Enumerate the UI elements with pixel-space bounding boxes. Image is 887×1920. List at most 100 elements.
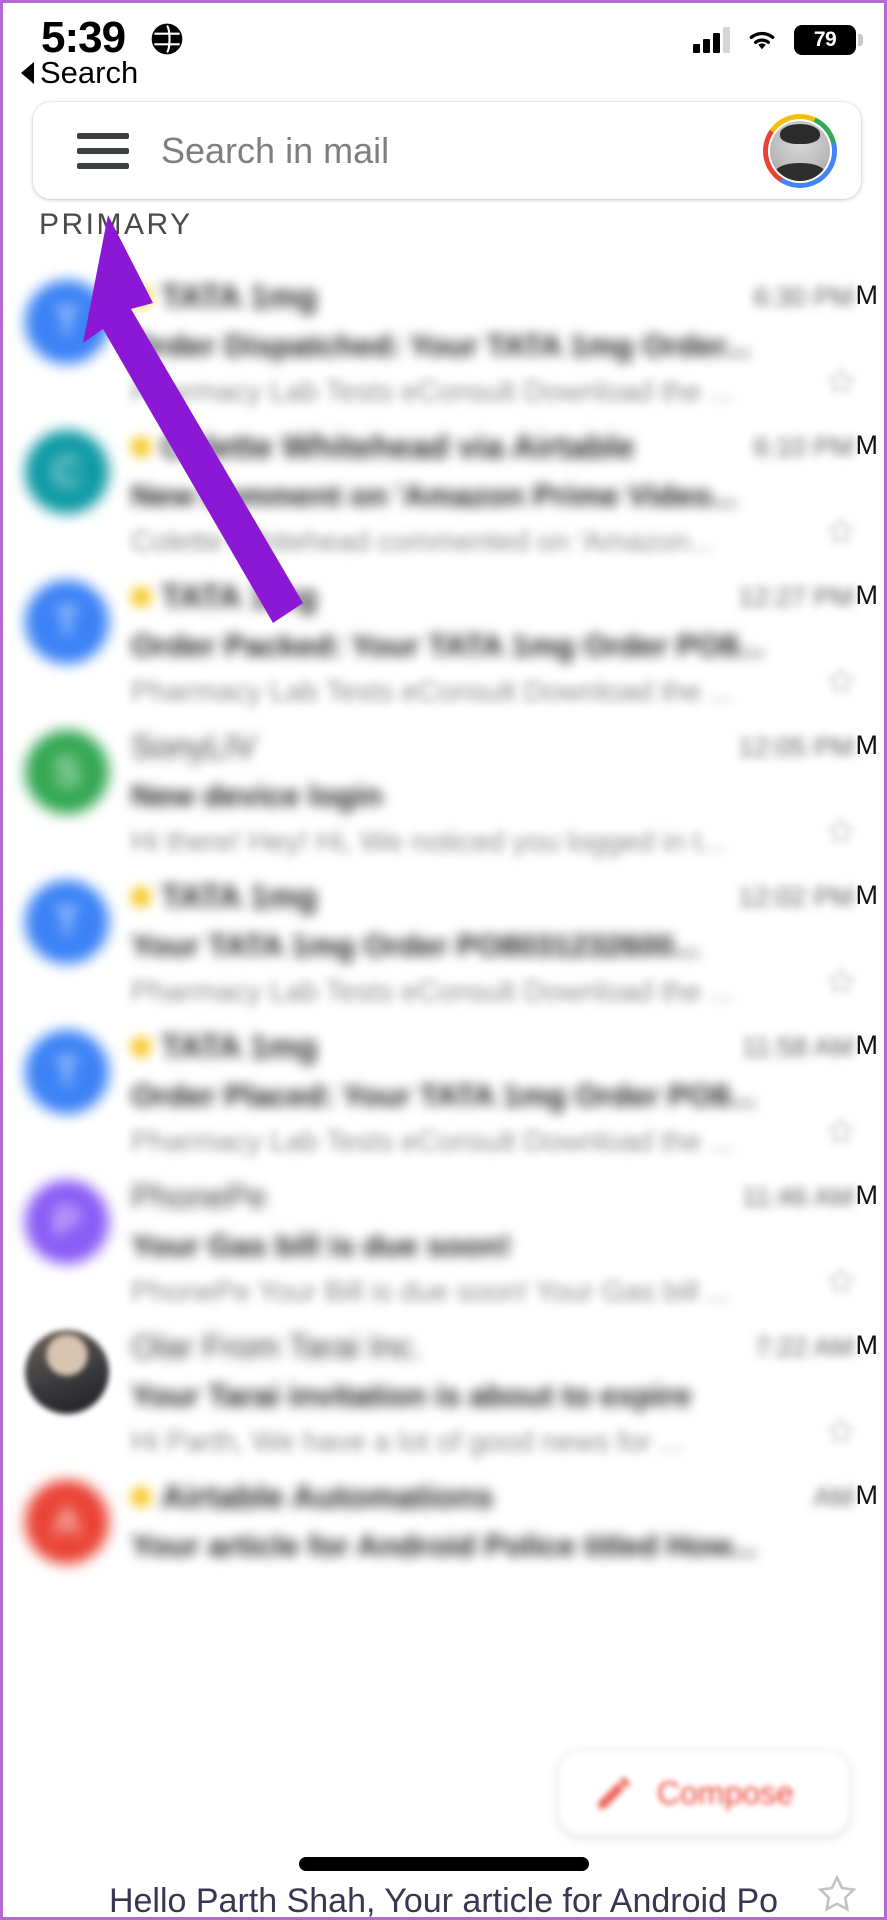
email-subject: Order Placed: Your TATA 1mg Order PO8... <box>131 1078 756 1113</box>
sender-avatar[interactable]: T <box>25 1030 109 1114</box>
email-list[interactable]: T TATA 1mg Order Dispatched: Your TATA 1mg… <box>3 258 884 1608</box>
email-timestamp: 12:27 PM <box>738 582 854 612</box>
star-outline-icon[interactable] <box>826 1116 856 1146</box>
pencil-icon <box>598 1777 630 1809</box>
avatar[interactable] <box>763 113 837 188</box>
email-timestamp: 12:05 PM <box>738 732 854 762</box>
cellular-signal-icon <box>693 27 730 53</box>
timestamp-edge-glyph: M <box>855 1180 879 1210</box>
wifi-icon <box>749 31 775 50</box>
email-timestamp: 6:10 PM <box>753 432 854 462</box>
email-list-item[interactable]: C Colette Whitehead via Airtable New comme… <box>3 408 884 558</box>
email-sender-label: TATA 1mg <box>161 1028 318 1065</box>
avatar-body <box>773 162 827 181</box>
timestamp-edge-glyph: M <box>855 1480 879 1510</box>
important-marker-icon <box>131 1037 151 1057</box>
timestamp-edge-glyph: M <box>855 880 879 910</box>
email-timestamp: 11:58 AM <box>741 1032 854 1062</box>
email-list-item[interactable]: A Airtable Automations Your article for An… <box>3 1458 884 1608</box>
email-sender-label: SonyLIV <box>131 728 256 765</box>
email-sender: TATA 1mg <box>131 276 862 318</box>
star-outline-icon[interactable] <box>826 1266 856 1296</box>
email-sender: Airtable Automations <box>131 1476 862 1518</box>
email-subject: Your Gas bill is due soon! <box>131 1228 512 1263</box>
email-timestamp: 7:22 AM <box>754 1332 854 1362</box>
avatar-hair <box>779 124 821 145</box>
important-marker-icon <box>131 1487 151 1507</box>
email-timestamp: AM <box>813 1482 855 1512</box>
timestamp-edge-glyph: M <box>855 730 879 760</box>
back-to-search-link[interactable]: Search <box>21 55 138 91</box>
email-subject: Your TATA 1mg Order PO8031232600... <box>131 928 700 963</box>
email-row-body: TATA 1mg Order Dispatched: Your TATA 1mg … <box>131 276 862 414</box>
sender-avatar[interactable] <box>25 1330 109 1414</box>
email-sender: Olar From Tarai Inc. <box>131 1326 862 1368</box>
tab-primary[interactable]: PRIMARY <box>39 208 193 242</box>
search-input[interactable]: Search in mail <box>161 130 763 172</box>
avatar-inner <box>768 118 832 183</box>
email-row-body: Airtable Automations Your article for And… <box>131 1476 862 1568</box>
star-outline-icon[interactable] <box>826 516 856 546</box>
sender-avatar[interactable]: S <box>25 730 109 814</box>
email-timestamp: 12:02 PM <box>738 882 854 912</box>
timestamp-edge-glyph: M <box>855 1330 879 1360</box>
globe-icon <box>151 23 183 55</box>
back-label: Search <box>40 55 139 90</box>
timestamp-edge-glyph: M <box>855 280 879 310</box>
email-list-item[interactable]: P PhonePe Your Gas bill is due soon! PhoneP… <box>3 1158 884 1308</box>
sender-avatar[interactable]: A <box>25 1480 109 1564</box>
important-marker-icon <box>131 887 151 907</box>
email-sender: Colette Whitehead via Airtable <box>131 426 862 468</box>
email-list-item[interactable]: T TATA 1mg Order Dispatched: Your TATA 1mg… <box>3 258 884 408</box>
home-indicator <box>298 1857 589 1871</box>
email-subject: Your article for Android Police titled H… <box>131 1528 757 1563</box>
battery-indicator: 79 <box>794 25 863 55</box>
email-sender-label: TATA 1mg <box>161 278 318 315</box>
timestamp-edge-glyph: M <box>855 1030 879 1060</box>
timestamp-edge-glyph: M <box>855 580 879 610</box>
email-subject: New comment on 'Amazon Prime Video... <box>131 478 738 513</box>
star-outline-icon[interactable] <box>826 366 856 396</box>
star-outline-icon[interactable] <box>816 1873 858 1915</box>
battery-level-label: 79 <box>813 28 837 51</box>
avatar-photo <box>770 120 830 181</box>
star-outline-icon[interactable] <box>826 816 856 846</box>
email-list-item[interactable]: S SonyLIV New device login Hi there! Hey! H… <box>3 708 884 858</box>
status-bar-indicators: 79 <box>693 25 863 55</box>
email-sender-label: PhonePe <box>131 1178 267 1215</box>
email-timestamp: 11:46 AM <box>741 1182 854 1212</box>
email-sender-label: TATA 1mg <box>161 878 318 915</box>
sender-avatar[interactable]: T <box>25 880 109 964</box>
star-outline-icon[interactable] <box>826 1416 856 1446</box>
email-row-body: Olar From Tarai Inc. Your Tarai invitatio… <box>131 1326 862 1464</box>
email-subject: Order Dispatched: Your TATA 1mg Order... <box>131 328 751 363</box>
email-list-item[interactable]: T TATA 1mg Order Placed: Your TATA 1mg Ord… <box>3 1008 884 1158</box>
email-subject: Order Packed: Your TATA 1mg Order PO8... <box>131 628 765 663</box>
compose-label: Compose <box>657 1774 794 1811</box>
email-sender-label: Olar From Tarai Inc. <box>131 1328 422 1365</box>
compose-button[interactable]: Compose <box>559 1751 849 1835</box>
sender-avatar[interactable]: C <box>25 430 109 514</box>
email-row-body: Colette Whitehead via Airtable New commen… <box>131 426 862 564</box>
email-subject: Your Tarai invitation is about to expire <box>131 1378 692 1413</box>
search-bar[interactable]: Search in mail <box>33 102 861 199</box>
phone-screen: 5:39 79 Search Search in mail PRIMARY T … <box>0 0 887 1920</box>
star-outline-icon[interactable] <box>826 666 856 696</box>
timestamp-edge-glyph: M <box>855 430 879 460</box>
bottom-preview-text: Hello Parth Shah, Your article for Andro… <box>108 1882 779 1920</box>
email-sender-label: TATA 1mg <box>161 578 318 615</box>
email-list-item[interactable]: T TATA 1mg Order Packed: Your TATA 1mg Ord… <box>3 558 884 708</box>
email-subject: New device login <box>131 778 383 813</box>
important-marker-icon <box>131 587 151 607</box>
hamburger-menu-icon[interactable] <box>77 132 129 169</box>
email-list-item[interactable]: T TATA 1mg Your TATA 1mg Order PO803123260… <box>3 858 884 1008</box>
sender-avatar[interactable]: T <box>25 580 109 664</box>
important-marker-icon <box>131 287 151 307</box>
sender-avatar[interactable]: T <box>25 280 109 364</box>
email-sender-label: Airtable Automations <box>161 1478 494 1515</box>
sender-avatar[interactable]: P <box>25 1180 109 1264</box>
back-caret-icon <box>21 62 34 84</box>
email-sender-label: Colette Whitehead via Airtable <box>161 428 635 465</box>
star-outline-icon[interactable] <box>826 966 856 996</box>
email-list-item[interactable]: Olar From Tarai Inc. Your Tarai invitatio… <box>3 1308 884 1458</box>
